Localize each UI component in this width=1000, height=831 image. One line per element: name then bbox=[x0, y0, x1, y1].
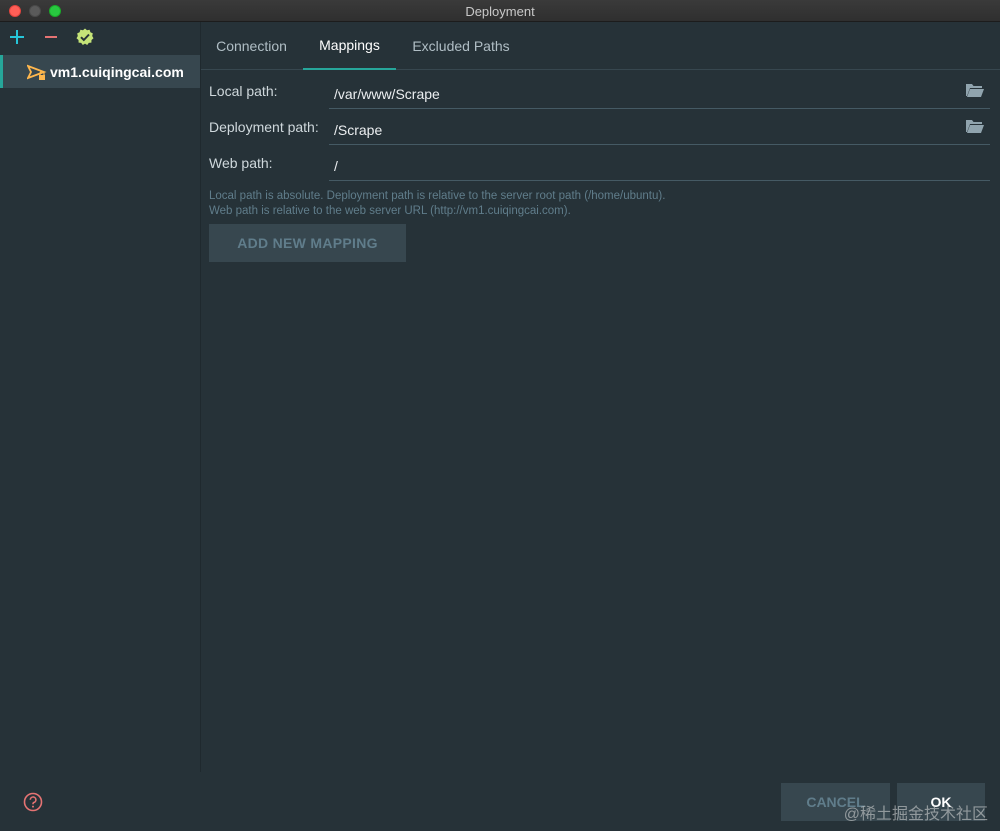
server-item-label: vm1.cuiqingcai.com bbox=[50, 63, 184, 80]
tab-excluded-paths[interactable]: Excluded Paths bbox=[401, 22, 521, 70]
question-icon[interactable] bbox=[23, 792, 43, 812]
minus-icon bbox=[45, 36, 57, 38]
tab-connection[interactable]: Connection bbox=[201, 22, 302, 70]
use-as-default-button[interactable] bbox=[75, 27, 95, 47]
title-bar: Deployment bbox=[0, 0, 1000, 22]
mapping-hint-line-2: Web path is relative to the web server U… bbox=[209, 205, 571, 217]
web-path-input[interactable] bbox=[329, 146, 990, 181]
local-path-row: Local path: bbox=[209, 74, 990, 110]
check-badge-icon bbox=[76, 28, 94, 45]
server-list-panel: vm1.cuiqingcai.com bbox=[0, 22, 201, 772]
tab-mappings[interactable]: Mappings bbox=[303, 22, 396, 70]
web-path-row: Web path: bbox=[209, 146, 990, 182]
mapping-hint-line-1: Local path is absolute. Deployment path … bbox=[209, 190, 666, 202]
local-path-input[interactable] bbox=[329, 74, 990, 109]
add-server-button[interactable] bbox=[7, 27, 27, 47]
tab-bar: Connection Mappings Excluded Paths bbox=[201, 22, 1000, 70]
deployment-window: Deployment vm1.cuiqingcai.com Connection… bbox=[0, 0, 1000, 831]
deployment-path-row: Deployment path: bbox=[209, 110, 990, 146]
web-path-label: Web path: bbox=[209, 155, 273, 171]
plus-icon bbox=[10, 30, 24, 44]
watermark: @稀土掘金技术社区 bbox=[843, 806, 988, 823]
server-item-vm1[interactable]: vm1.cuiqingcai.com bbox=[0, 55, 200, 88]
deployment-path-input[interactable] bbox=[329, 110, 990, 145]
local-path-label: Local path: bbox=[209, 83, 278, 99]
browse-folder-icon[interactable] bbox=[966, 119, 984, 133]
add-new-mapping-button[interactable]: ADD NEW MAPPING bbox=[209, 224, 406, 262]
deployment-path-label: Deployment path: bbox=[209, 119, 319, 135]
sftp-server-icon bbox=[27, 64, 47, 80]
remove-server-button[interactable] bbox=[41, 27, 61, 47]
window-title: Deployment bbox=[465, 4, 535, 19]
browse-folder-icon[interactable] bbox=[966, 83, 984, 97]
